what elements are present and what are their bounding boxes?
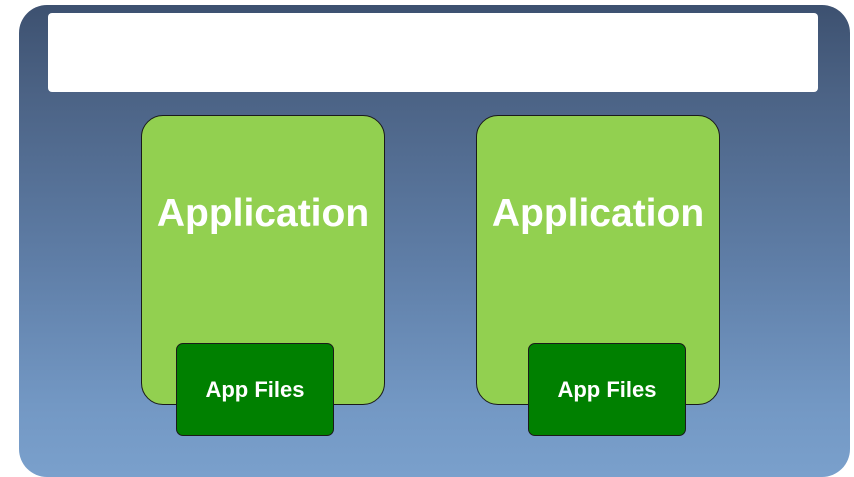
application-label-1: Application — [156, 192, 370, 235]
app-files-label-1: App Files — [205, 376, 305, 402]
app-files-box-2: App Files — [528, 343, 686, 436]
app-files-box-1: App Files — [176, 343, 334, 436]
app-files-label-2: App Files — [557, 376, 657, 402]
application-label-2: Application — [491, 192, 705, 235]
header-bar — [48, 13, 818, 92]
